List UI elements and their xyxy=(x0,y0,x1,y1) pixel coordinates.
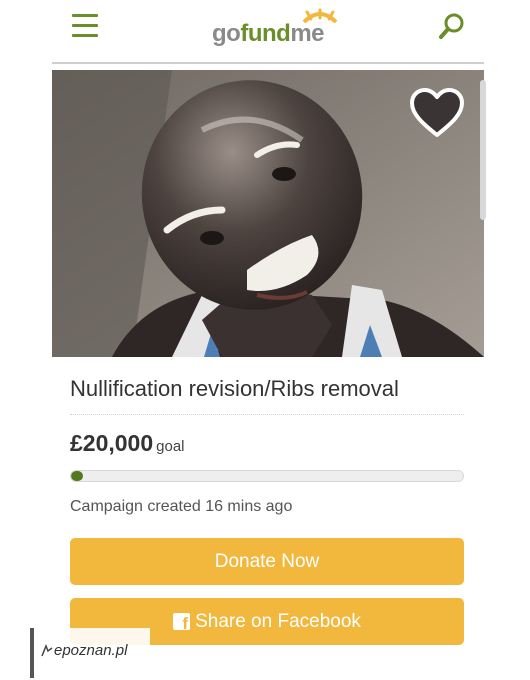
heart-icon[interactable] xyxy=(408,86,466,140)
logo-go: go xyxy=(212,20,241,47)
share-button-label: Share on Facebook xyxy=(195,610,361,632)
goal-amount: £20,000 xyxy=(70,430,154,456)
progress-fill xyxy=(71,471,83,481)
menu-icon[interactable] xyxy=(72,14,100,38)
logo-me: me xyxy=(290,20,324,47)
scrollbar-thumb[interactable] xyxy=(480,80,486,220)
watermark-text: epoznan.pl xyxy=(54,642,128,659)
donate-button[interactable]: Donate Now xyxy=(70,538,464,585)
header-divider xyxy=(52,62,484,64)
progress-bar xyxy=(70,470,464,482)
title-divider xyxy=(70,414,464,415)
gofundme-logo[interactable]: gofundme xyxy=(212,8,347,52)
logo-text: gofundme xyxy=(212,20,324,48)
campaign-title: Nullification revision/Ribs removal xyxy=(70,376,399,401)
watermark: epoznan.pl xyxy=(36,628,150,678)
watermark-bar xyxy=(30,628,34,678)
search-icon[interactable] xyxy=(438,12,466,40)
goal-summary: £20,000 goal xyxy=(70,430,185,457)
donate-button-label: Donate Now xyxy=(214,550,320,572)
goal-label: goal xyxy=(156,438,185,455)
facebook-icon: f xyxy=(173,613,191,632)
logo-fund: fund xyxy=(240,20,291,47)
campaign-created-text: Campaign created 16 mins ago xyxy=(70,498,293,515)
app-header: gofundme xyxy=(0,0,530,62)
watermark-logo-icon xyxy=(41,644,53,657)
